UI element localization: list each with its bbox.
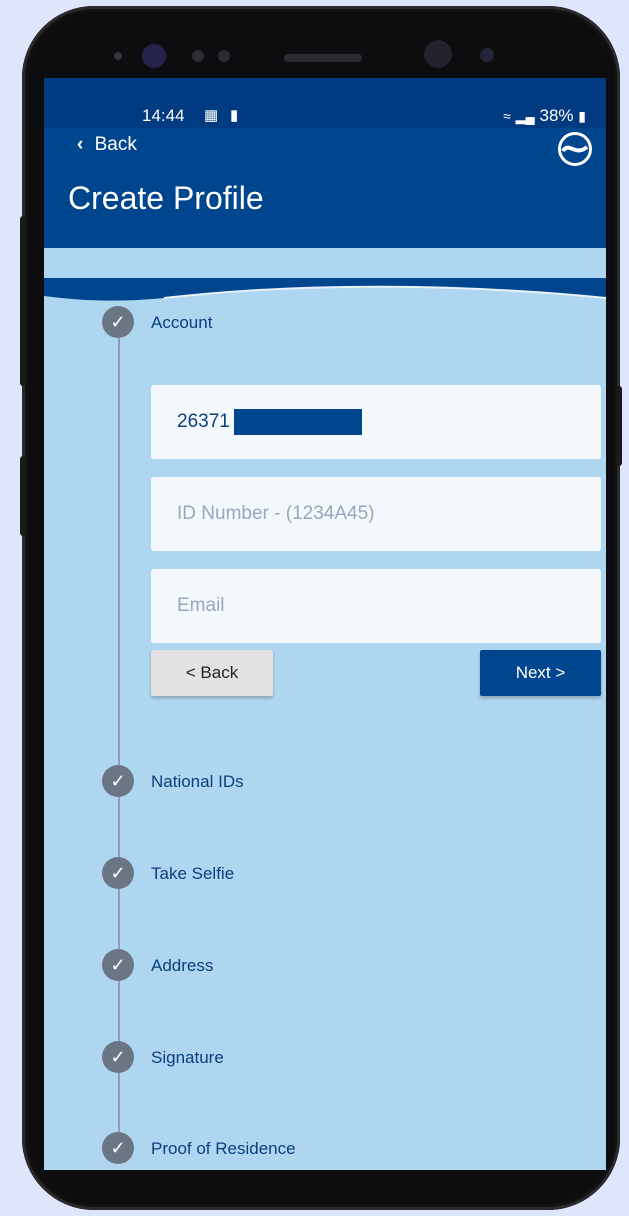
check-icon: ✓ [102,1132,134,1164]
header-back-label: Back [94,134,137,155]
chevron-left-icon: ‹ [77,134,84,155]
header-back-link[interactable]: ‹ Back [77,134,137,156]
step-take-selfie[interactable]: Take Selfie [151,864,234,884]
bottom-bezel [22,1170,620,1210]
wifi-icon: ≈ [503,108,511,124]
brand-logo-icon [558,132,592,166]
status-right: ≈ ▂▄ 38% ▮ [503,106,586,126]
step-signature[interactable]: Signature [151,1048,224,1068]
gallery-notification-icon: ▦ [204,107,219,124]
step-proof-of-residence[interactable]: Proof of Residence [151,1139,296,1159]
step-national-ids[interactable]: National IDs [151,772,244,792]
id-number-field[interactable]: ID Number - (1234A45) [151,477,601,551]
next-button[interactable]: Next > [480,650,601,696]
earpiece-speaker [284,54,362,62]
sensor-icon [114,52,122,60]
power-button [616,386,622,466]
status-bar: 14:44 ▦ ▮ ≈ ▂▄ 38% ▮ [44,78,606,128]
light-sensor-icon [218,50,230,62]
id-number-placeholder: ID Number - (1234A45) [177,503,375,524]
status-time: 14:44 [142,106,185,125]
check-icon: ✓ [102,857,134,889]
phone-frame: 14:44 ▦ ▮ ≈ ▂▄ 38% ▮ ‹ Back Create Profi… [20,6,622,1210]
battery-percent: 38% [539,106,574,125]
iris-scanner-icon [142,44,166,68]
volume-button [20,216,26,386]
step-address[interactable]: Address [151,956,213,976]
back-button[interactable]: < Back [151,650,273,696]
front-camera-icon [424,40,452,68]
check-icon: ✓ [102,765,134,797]
phone-value: 26371 [177,411,230,432]
phone-field[interactable]: 26371 [151,385,601,459]
app-header: ‹ Back Create Profile [44,128,606,301]
top-bezel [22,40,620,72]
email-placeholder: Email [177,595,225,616]
check-icon: ✓ [102,306,134,338]
battery-icon: ▮ [578,108,586,124]
progress-rail [118,338,120,1158]
header-wave [44,278,606,301]
bixby-button [20,456,26,536]
step-account[interactable]: Account [151,313,212,333]
iris-camera-icon [480,48,494,62]
page-title: Create Profile [68,180,264,216]
app-screen: 14:44 ▦ ▮ ≈ ▂▄ 38% ▮ ‹ Back Create Profi… [44,78,606,1170]
proximity-sensor-icon [192,50,204,62]
check-icon: ✓ [102,949,134,981]
email-field[interactable]: Email [151,569,601,643]
check-icon: ✓ [102,1041,134,1073]
message-notification-icon: ▮ [230,107,239,124]
redacted-block [233,409,362,435]
signal-icon: ▂▄ [515,109,535,124]
